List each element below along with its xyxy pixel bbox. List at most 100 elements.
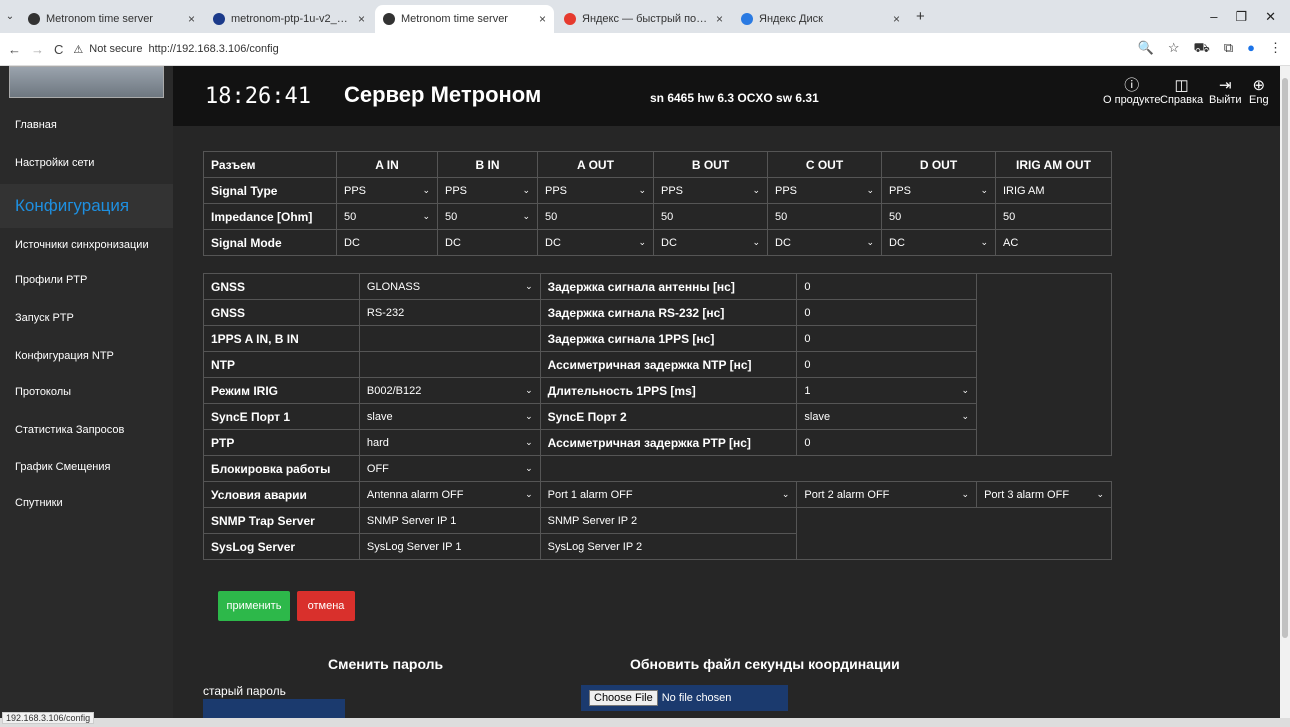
- new-tab-button[interactable]: +: [916, 8, 925, 25]
- irig-mode-select[interactable]: B002/B122 ⌄: [358, 377, 541, 404]
- page-scrollbar[interactable]: [1280, 66, 1290, 719]
- sidebar-item[interactable]: Главная: [15, 119, 57, 131]
- synce-port2-value: slave: [804, 410, 831, 423]
- translate-icon[interactable]: ⛟: [1193, 40, 1209, 58]
- lock-select[interactable]: OFF ⌄: [358, 455, 541, 482]
- back-icon[interactable]: ←: [8, 42, 21, 57]
- ports-row-label: Impedance [Ohm]: [203, 203, 337, 230]
- alarm-port2-select[interactable]: Port 2 alarm OFF ⌄: [796, 481, 978, 508]
- alarm-antenna-select[interactable]: Antenna alarm OFF ⌄: [358, 481, 541, 508]
- logout-button[interactable]: ⇥ Выйти: [1209, 78, 1242, 107]
- tab-close-icon[interactable]: ×: [539, 12, 546, 26]
- port-select[interactable]: PPS ⌄: [881, 177, 996, 204]
- clock: 18:26:41: [205, 84, 311, 109]
- port-select-value: PPS: [661, 184, 684, 197]
- port-select[interactable]: PPS ⌄: [537, 177, 654, 204]
- tab-search-chevron-icon[interactable]: ⌄: [0, 11, 20, 22]
- ptp-select[interactable]: hard ⌄: [358, 429, 541, 456]
- sidebar-item[interactable]: Настройки сети: [15, 157, 94, 169]
- forward-icon[interactable]: →: [31, 42, 44, 57]
- cancel-button[interactable]: отмена: [297, 591, 355, 621]
- sidebar-item[interactable]: Конфигурация NTP: [15, 350, 114, 362]
- alarm-antenna-value: Antenna alarm OFF: [366, 488, 464, 501]
- url-box[interactable]: ⚠ Not secure http://192.168.3.106/config: [73, 43, 278, 56]
- port-select[interactable]: DC ⌄: [881, 229, 996, 256]
- port-select[interactable]: 50 ⌄: [437, 203, 538, 230]
- port-select[interactable]: PPS ⌄: [336, 177, 438, 204]
- sidebar: Главная Настройки сети Конфигурация Источни…: [0, 66, 173, 719]
- port-select[interactable]: DC ⌄: [653, 229, 768, 256]
- tab-close-icon[interactable]: ×: [188, 12, 195, 26]
- port-select[interactable]: 50 ⌄: [336, 203, 438, 230]
- extensions-icon[interactable]: ⧉: [1224, 40, 1233, 58]
- alarm-port1-select[interactable]: Port 1 alarm OFF ⌄: [539, 481, 798, 508]
- port-select[interactable]: PPS ⌄: [767, 177, 882, 204]
- ptp-asym-input[interactable]: 0: [796, 429, 978, 456]
- url-text[interactable]: http://192.168.3.106/config: [148, 43, 278, 55]
- pps-length-select[interactable]: 1 ⌄: [796, 377, 978, 404]
- sidebar-item[interactable]: Конфигурация: [0, 184, 173, 228]
- language-label: Eng: [1249, 94, 1269, 106]
- chevron-down-icon: ⌄: [522, 185, 530, 195]
- snmp-ip2-input[interactable]: SNMP Server IP 2: [539, 507, 798, 534]
- irig-mode-label: Режим IRIG: [203, 377, 360, 404]
- port-select[interactable]: DC ⌄: [767, 229, 882, 256]
- snmp-ip1-input[interactable]: SNMP Server IP 1: [358, 507, 541, 534]
- profile-icon[interactable]: ●: [1247, 40, 1255, 58]
- sidebar-item[interactable]: Источники синхронизации: [15, 239, 149, 251]
- browser-tab[interactable]: Яндекс Диск ×: [733, 5, 908, 33]
- choose-file-button[interactable]: Choose File: [589, 690, 658, 706]
- antenna-delay-input[interactable]: 0: [796, 273, 978, 300]
- reload-icon[interactable]: C: [54, 42, 63, 57]
- close-icon[interactable]: ✕: [1265, 9, 1276, 25]
- pps-delay-input[interactable]: 0: [796, 325, 978, 352]
- ntp-asym-input[interactable]: 0: [796, 351, 978, 378]
- tab-close-icon[interactable]: ×: [358, 12, 365, 26]
- minimize-icon[interactable]: –: [1210, 9, 1217, 24]
- gnss-select[interactable]: GLONASS ⌄: [358, 273, 541, 300]
- scrollbar-thumb[interactable]: [1282, 78, 1288, 638]
- tab-close-icon[interactable]: ×: [893, 12, 900, 26]
- gnss-value: GLONASS: [366, 280, 421, 293]
- synce-port1-select[interactable]: slave ⌄: [358, 403, 541, 430]
- pps-in-label: 1PPS A IN, B IN: [203, 325, 360, 352]
- synce-port2-select[interactable]: slave ⌄: [796, 403, 978, 430]
- language-button[interactable]: ⊕ Eng: [1249, 78, 1269, 107]
- bookmark-star-icon[interactable]: ☆: [1168, 40, 1180, 58]
- lock-label: Блокировка работы: [203, 455, 360, 482]
- port-select[interactable]: PPS ⌄: [653, 177, 768, 204]
- maximize-icon[interactable]: ❐: [1235, 9, 1247, 25]
- about-button[interactable]: ⓘ О продукте: [1103, 78, 1160, 107]
- port-value: 50: [537, 203, 654, 230]
- apply-button[interactable]: применить: [218, 591, 290, 621]
- port-select[interactable]: PPS ⌄: [437, 177, 538, 204]
- zoom-icon[interactable]: 🔍: [1138, 40, 1154, 58]
- ports-row-label: Signal Type: [203, 177, 337, 204]
- chevron-down-icon: ⌄: [961, 489, 970, 499]
- browser-tab[interactable]: Metronom time server ×: [20, 5, 203, 33]
- browser-tab[interactable]: Яндекс — быстрый поиск в и… ×: [556, 5, 731, 33]
- no-file-label: No file chosen: [661, 692, 732, 704]
- sidebar-item[interactable]: Профили PTP: [15, 274, 87, 286]
- syslog-ip2-input[interactable]: SysLog Server IP 2: [539, 533, 798, 560]
- leap-file-input[interactable]: Choose File No file chosen: [581, 685, 788, 711]
- browser-tab[interactable]: Metronom time server ×: [375, 5, 554, 33]
- chevron-down-icon: ⌄: [525, 385, 533, 395]
- sidebar-item[interactable]: Статистика Запросов: [15, 424, 124, 436]
- sidebar-item[interactable]: Запуск PTP: [15, 312, 74, 324]
- menu-icon[interactable]: ⋮: [1269, 40, 1282, 58]
- server-empty-cell: [796, 507, 1112, 560]
- help-button[interactable]: ◫ Справка: [1160, 78, 1203, 107]
- browser-tab[interactable]: metronom-ptp-1u-v2_errata-0… ×: [205, 5, 373, 33]
- alarm-port3-select[interactable]: Port 3 alarm OFF ⌄: [976, 481, 1112, 508]
- synce-port1-value: slave: [366, 410, 393, 423]
- rs232-delay-input[interactable]: 0: [796, 299, 978, 326]
- port-select-value: PPS: [445, 184, 468, 197]
- tab-close-icon[interactable]: ×: [716, 12, 723, 26]
- sidebar-item[interactable]: Спутники: [15, 497, 63, 509]
- port-select[interactable]: DC ⌄: [537, 229, 654, 256]
- sidebar-item[interactable]: График Смещения: [15, 461, 110, 473]
- pps-delay-label: Задержка сигнала 1PPS [нс]: [539, 325, 798, 352]
- syslog-ip1-input[interactable]: SysLog Server IP 1: [358, 533, 541, 560]
- sidebar-item[interactable]: Протоколы: [15, 386, 71, 398]
